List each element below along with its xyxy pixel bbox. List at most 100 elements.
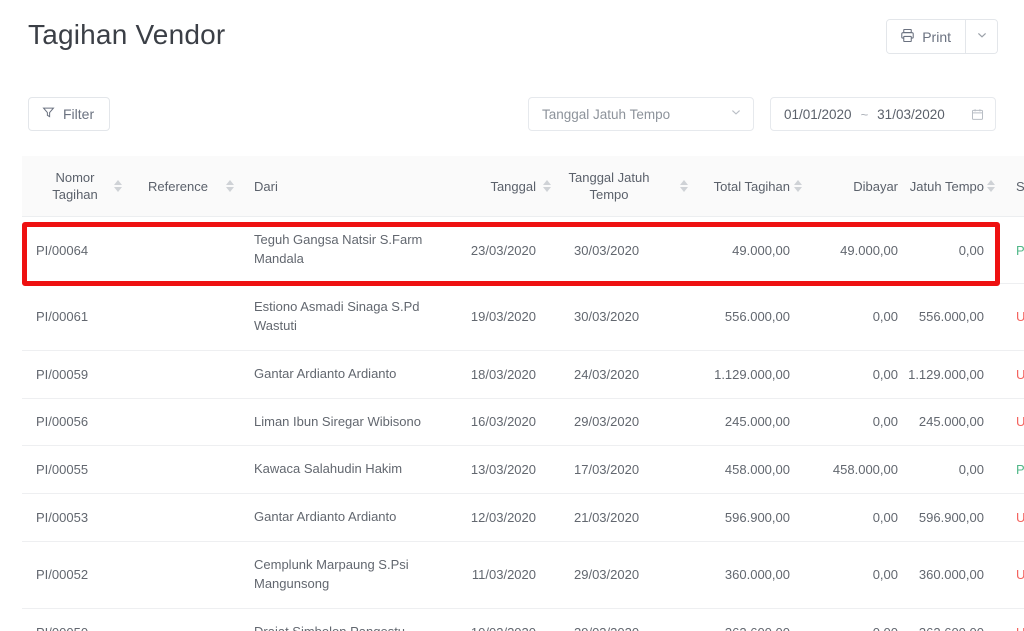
date-range-picker[interactable]: 01/01/2020 ~ 31/03/2020 <box>770 97 996 131</box>
sort-control-reference[interactable] <box>226 156 254 218</box>
tagihan-table-wrapper: Nomor Tagihan Reference Dari Tanggal Tan… <box>22 156 1024 631</box>
cell-tanggal-jatuh-tempo: 29/03/2020 <box>566 541 662 609</box>
table-row[interactable]: PI/00056 Liman Ibun Siregar Wibisono 16/03… <box>22 398 1024 447</box>
column-header-nomor-tagihan[interactable]: Nomor Tagihan <box>22 156 114 218</box>
sort-control-total-tagihan[interactable] <box>790 156 814 218</box>
filter-button-label: Filter <box>63 106 95 122</box>
cell-reference <box>148 283 226 351</box>
cell-spacer <box>662 493 694 543</box>
cell-spacer <box>984 350 1006 399</box>
table-row[interactable]: PI/00055 Kawaca Salahudin Hakim 13/03/2020… <box>22 445 1024 495</box>
cell-tanggal-jatuh-tempo: 29/03/2020 <box>566 398 662 447</box>
tagihan-vendor-page: Tagihan Vendor Print Filter Tanggal Jatu… <box>0 0 1024 631</box>
cell-dari: Cemplunk Marpaung S.Psi Mangunsong <box>254 541 450 609</box>
cell-total-tagihan: 556.000,00 <box>694 283 790 351</box>
filter-button[interactable]: Filter <box>28 97 111 131</box>
cell-spacer <box>114 445 148 495</box>
cell-total-tagihan: 1.129.000,00 <box>694 350 790 399</box>
column-header-tanggal-jatuh-tempo[interactable]: Tanggal Jatuh Tempo <box>566 156 662 218</box>
cell-spacer <box>662 541 694 609</box>
cell-jatuh-tempo: 1.129.000,00 <box>898 350 984 399</box>
cell-spacer <box>226 350 254 399</box>
date-range-start: 01/01/2020 <box>784 106 852 122</box>
cell-tanggal: 10/03/2020 <box>450 608 536 631</box>
sort-control-nomor-tagihan[interactable] <box>114 156 148 218</box>
table-row[interactable]: PI/00052 Cemplunk Marpaung S.Psi Mangunso… <box>22 541 1024 609</box>
cell-nomor-tagihan: PI/00061 <box>22 283 114 351</box>
cell-nomor-tagihan: PI/00064 <box>22 216 114 284</box>
cell-jatuh-tempo: 596.900,00 <box>898 493 984 543</box>
funnel-icon <box>42 106 55 122</box>
cell-dari: Estiono Asmadi Sinaga S.Pd Wastuti <box>254 283 450 351</box>
cell-spacer <box>536 216 566 284</box>
cell-spacer <box>984 445 1006 495</box>
cell-spacer <box>536 350 566 399</box>
column-header-label: Total Tagihan <box>713 178 790 194</box>
cell-spacer <box>114 541 148 609</box>
cell-spacer <box>114 283 148 351</box>
table-row[interactable]: PI/00061 Estiono Asmadi Sinaga S.Pd Wastu… <box>22 283 1024 351</box>
column-header-dari: Dari <box>254 156 450 218</box>
cell-spacer <box>114 350 148 399</box>
table-row[interactable]: PI/00053 Gantar Ardianto Ardianto 12/03/20… <box>22 493 1024 543</box>
cell-spacer <box>790 216 814 284</box>
cell-spacer <box>790 445 814 495</box>
sort-control-tanggal-jatuh-tempo[interactable] <box>662 156 694 218</box>
cell-spacer <box>536 398 566 447</box>
cell-jatuh-tempo: 0,00 <box>898 445 984 495</box>
cell-spacer <box>226 445 254 495</box>
printer-icon <box>900 28 915 46</box>
cell-dari: Gantar Ardianto Ardianto <box>254 350 450 399</box>
column-header-reference[interactable]: Reference <box>148 156 226 218</box>
sort-control-tanggal[interactable] <box>536 156 566 218</box>
cell-tanggal-jatuh-tempo: 21/03/2020 <box>566 493 662 543</box>
cell-spacer <box>536 541 566 609</box>
column-header-jatuh-tempo[interactable]: Jatuh Tempo <box>898 156 984 218</box>
cell-dibayar: 0,00 <box>814 541 898 609</box>
date-field-select[interactable]: Tanggal Jatuh Tempo <box>528 97 754 131</box>
cell-total-tagihan: 596.900,00 <box>694 493 790 543</box>
print-dropdown-toggle[interactable] <box>966 20 997 53</box>
cell-spacer <box>984 541 1006 609</box>
cell-reference <box>148 493 226 543</box>
cell-nomor-tagihan: PI/00056 <box>22 398 114 447</box>
cell-spacer <box>114 493 148 543</box>
cell-reference <box>148 398 226 447</box>
cell-nomor-tagihan: PI/00050 <box>22 608 114 631</box>
tagihan-table: Nomor Tagihan Reference Dari Tanggal Tan… <box>22 156 1024 631</box>
cell-dari: Kawaca Salahudin Hakim <box>254 445 450 495</box>
sort-arrows-icon <box>794 180 802 193</box>
cell-spacer <box>662 445 694 495</box>
cell-tanggal: 12/03/2020 <box>450 493 536 543</box>
status-badge: Unpaid <box>1006 541 1024 609</box>
cell-tanggal-jatuh-tempo: 17/03/2020 <box>566 445 662 495</box>
date-range-end: 31/03/2020 <box>877 106 945 122</box>
cell-dari: Gantar Ardianto Ardianto <box>254 493 450 543</box>
cell-spacer <box>984 216 1006 284</box>
column-header-total-tagihan[interactable]: Total Tagihan <box>694 156 790 218</box>
cell-total-tagihan: 49.000,00 <box>694 216 790 284</box>
sort-arrows-icon <box>680 180 688 193</box>
print-button[interactable]: Print <box>887 20 966 53</box>
cell-reference <box>148 445 226 495</box>
cell-total-tagihan: 360.000,00 <box>694 541 790 609</box>
table-row[interactable]: PI/00050 Drajat Simbolon Pangestu10/03/20… <box>22 608 1024 631</box>
cell-spacer <box>790 493 814 543</box>
column-header-status[interactable]: Status <box>1006 156 1024 218</box>
cell-spacer <box>226 608 254 631</box>
cell-nomor-tagihan: PI/00059 <box>22 350 114 399</box>
table-row[interactable]: PI/00059 Gantar Ardianto Ardianto 18/03/20… <box>22 350 1024 399</box>
page-header: Tagihan Vendor Print <box>0 0 1024 88</box>
sort-control-jatuh-tempo[interactable] <box>984 156 1006 218</box>
cell-spacer <box>984 608 1006 631</box>
table-row[interactable]: PI/00064 Teguh Gangsa Natsir S.Farm Manda… <box>22 216 1024 284</box>
controls-bar: Filter Tanggal Jatuh Tempo 01/01/2020 ~ … <box>0 88 1024 150</box>
sort-arrows-icon <box>543 180 551 193</box>
cell-jatuh-tempo: 0,00 <box>898 216 984 284</box>
cell-tanggal: 13/03/2020 <box>450 445 536 495</box>
column-header-label: Dibayar <box>853 178 898 194</box>
cell-dibayar: 0,00 <box>814 493 898 543</box>
print-button-group: Print <box>886 19 998 54</box>
table-body: PI/00064 Teguh Gangsa Natsir S.Farm Manda… <box>22 216 1024 631</box>
column-header-tanggal[interactable]: Tanggal <box>450 156 536 218</box>
